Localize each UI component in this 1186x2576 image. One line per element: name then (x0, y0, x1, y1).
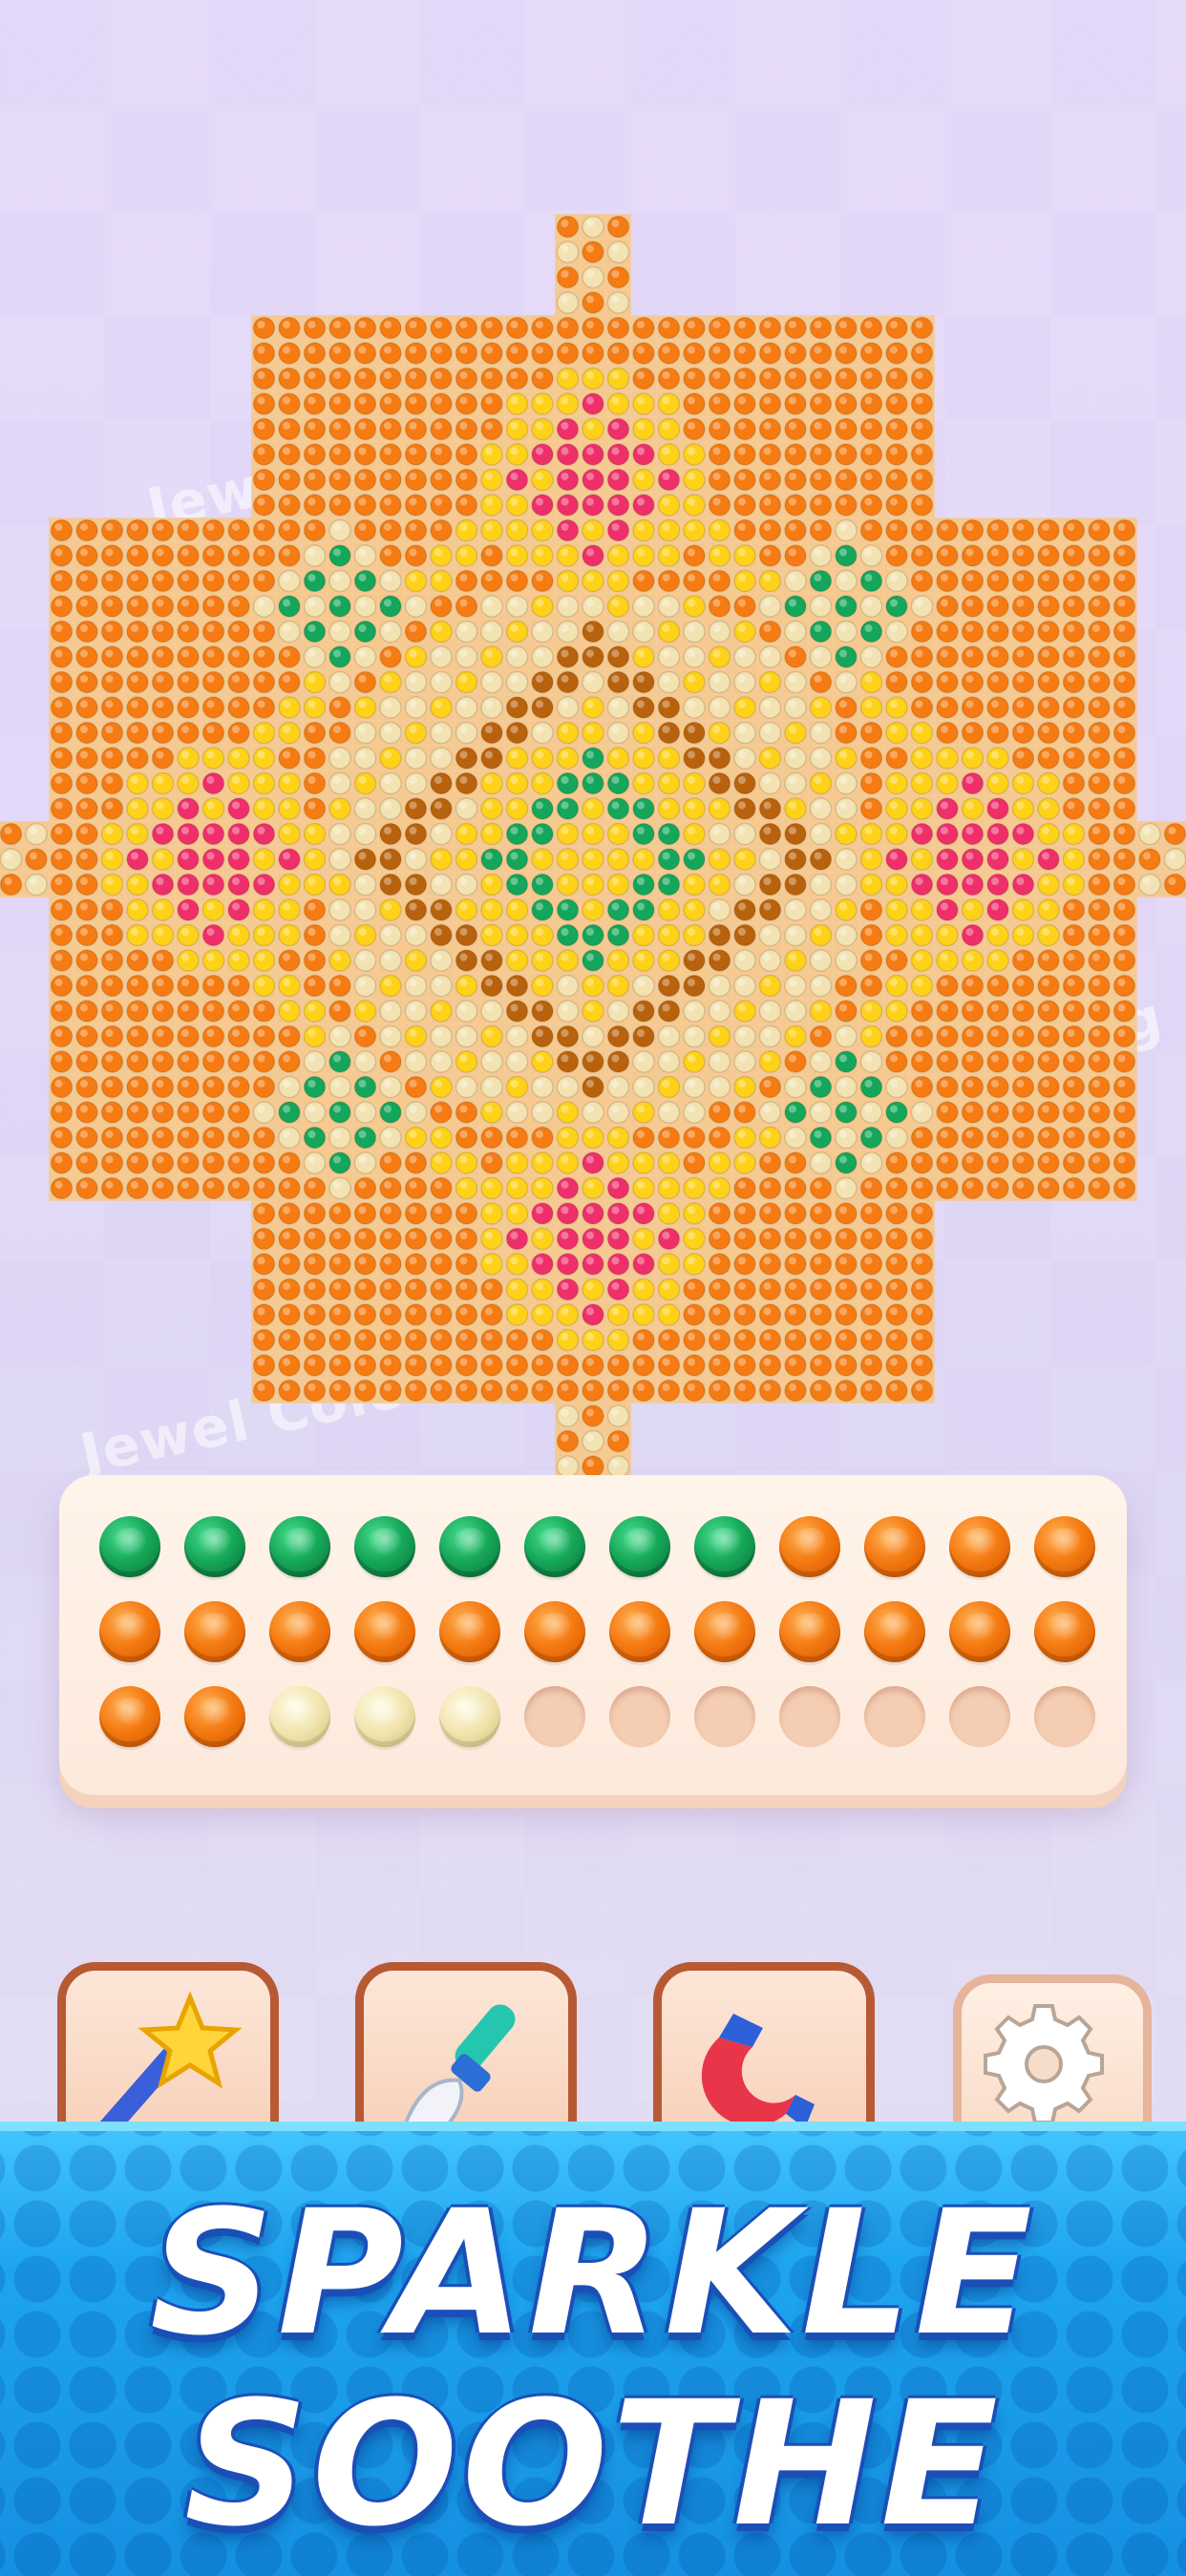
orange-gem[interactable] (184, 1686, 245, 1747)
orange-gem[interactable] (609, 1601, 670, 1662)
orange-gem[interactable] (524, 1601, 585, 1662)
orange-gem[interactable] (864, 1516, 925, 1577)
empty-gem-slot (864, 1686, 925, 1747)
orange-gem[interactable] (269, 1601, 330, 1662)
green-gem[interactable] (184, 1516, 245, 1577)
empty-gem-slot (524, 1686, 585, 1747)
orange-gem[interactable] (694, 1601, 755, 1662)
orange-gem[interactable] (354, 1601, 415, 1662)
orange-gem[interactable] (779, 1516, 840, 1577)
green-gem[interactable] (694, 1516, 755, 1577)
orange-gem[interactable] (99, 1686, 160, 1747)
mosaic-gems (0, 214, 1186, 1489)
cream-gem[interactable] (439, 1686, 500, 1747)
empty-gem-slot (1034, 1686, 1095, 1747)
empty-gem-slot (779, 1686, 840, 1747)
empty-gem-slot (949, 1686, 1010, 1747)
empty-gem-slot (609, 1686, 670, 1747)
empty-gem-slot (694, 1686, 755, 1747)
green-gem[interactable] (99, 1516, 160, 1577)
orange-gem[interactable] (949, 1601, 1010, 1662)
orange-gem[interactable] (439, 1601, 500, 1662)
green-gem[interactable] (354, 1516, 415, 1577)
cream-gem[interactable] (354, 1686, 415, 1747)
banner-title-line1: SPARKLE (149, 2174, 1037, 2374)
banner-title-line2: SOOTHE (183, 2365, 1003, 2565)
green-gem[interactable] (439, 1516, 500, 1577)
orange-gem[interactable] (1034, 1516, 1095, 1577)
orange-gem[interactable] (1034, 1601, 1095, 1662)
orange-gem[interactable] (184, 1601, 245, 1662)
orange-gem[interactable] (949, 1516, 1010, 1577)
green-gem[interactable] (269, 1516, 330, 1577)
cream-gem[interactable] (269, 1686, 330, 1747)
orange-gem[interactable] (99, 1601, 160, 1662)
mosaic-artwork[interactable] (0, 0, 1186, 1489)
green-gem[interactable] (524, 1516, 585, 1577)
promo-banner: SPARKLE SOOTHE (0, 2122, 1186, 2576)
gem-tray (59, 1475, 1127, 1795)
green-gem[interactable] (609, 1516, 670, 1577)
orange-gem[interactable] (864, 1601, 925, 1662)
orange-gem[interactable] (779, 1601, 840, 1662)
